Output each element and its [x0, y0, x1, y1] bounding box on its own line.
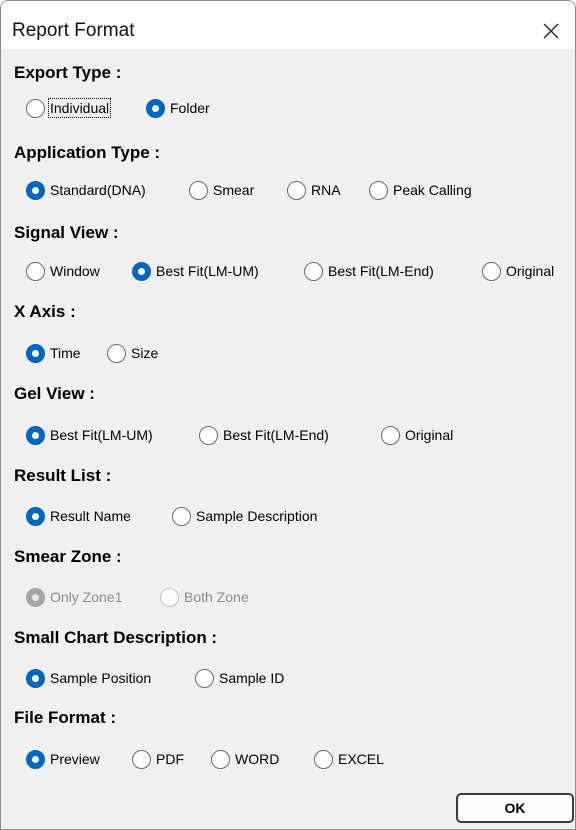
signal-view-label: Signal View : [14, 223, 119, 242]
smear-zone-label: Smear Zone : [14, 547, 122, 566]
radio-label: Best Fit(LM-UM) [50, 427, 153, 443]
radio-indicator [287, 180, 306, 200]
radio-export-individual[interactable]: Individual [26, 97, 112, 119]
radio-indicator [26, 261, 45, 281]
radio-label: Sample ID [219, 670, 285, 686]
radio-label: PDF [156, 751, 184, 767]
application-type-label: Application Type : [14, 143, 161, 162]
radio-indicator [189, 180, 208, 200]
result-list-label: Result List : [14, 466, 112, 485]
radio-gel-original[interactable]: Original [381, 424, 453, 446]
radio-smear-both-zone: Both Zone [160, 586, 249, 608]
radio-indicator [107, 343, 126, 363]
radio-label: Both Zone [184, 589, 249, 605]
radio-export-folder[interactable]: Folder [146, 97, 210, 119]
radio-label: Individual [47, 98, 112, 118]
radio-indicator [26, 506, 45, 526]
file-format-label: File Format : [14, 708, 117, 727]
radio-indicator [314, 749, 333, 769]
radio-indicator [195, 668, 214, 688]
radio-signal-best-fit-lm-end[interactable]: Best Fit(LM-End) [304, 260, 434, 282]
radio-label: Sample Description [196, 508, 318, 524]
radio-indicator [482, 261, 501, 281]
radio-indicator [211, 749, 230, 769]
radio-format-excel[interactable]: EXCEL [314, 748, 384, 770]
radio-chart-sample-position[interactable]: Sample Position [26, 667, 151, 689]
radio-result-sample-description[interactable]: Sample Description [172, 505, 317, 527]
radio-label: EXCEL [338, 751, 384, 767]
radio-indicator [381, 425, 400, 445]
radio-format-pdf[interactable]: PDF [132, 748, 184, 770]
radio-indicator [160, 587, 179, 607]
radio-indicator [26, 425, 45, 445]
radio-result-name[interactable]: Result Name [26, 505, 131, 527]
radio-indicator [26, 587, 45, 607]
radio-label: Only Zone1 [50, 589, 123, 605]
close-icon [543, 23, 559, 39]
radio-indicator [26, 343, 45, 363]
radio-label: Best Fit(LM-End) [223, 427, 329, 443]
radio-xaxis-size[interactable]: Size [107, 342, 158, 364]
radio-format-word[interactable]: WORD [211, 748, 279, 770]
radio-label: Size [131, 345, 159, 361]
radio-label: Preview [50, 751, 100, 767]
radio-indicator [26, 180, 45, 200]
export-type-label: Export Type : [14, 63, 122, 82]
radio-indicator [26, 98, 45, 118]
title-bar: Report Format [1, 1, 575, 49]
radio-indicator [132, 261, 151, 281]
radio-indicator [304, 261, 323, 281]
ok-button[interactable]: OK [456, 793, 574, 823]
radio-indicator [26, 668, 45, 688]
radio-label: Sample Position [50, 670, 152, 686]
report-format-dialog: Report Format Export Type : Individual F… [0, 0, 576, 830]
radio-chart-sample-id[interactable]: Sample ID [195, 667, 284, 689]
radio-smear-only-zone1: Only Zone1 [26, 586, 122, 608]
radio-gel-best-fit-lm-end[interactable]: Best Fit(LM-End) [199, 424, 329, 446]
radio-label: Window [50, 263, 100, 279]
radio-indicator [26, 749, 45, 769]
dialog-title: Report Format [12, 20, 135, 41]
radio-indicator [172, 506, 191, 526]
radio-app-peak-calling[interactable]: Peak Calling [369, 179, 472, 201]
close-button[interactable] [531, 13, 571, 49]
radio-label: Folder [170, 100, 210, 116]
radio-indicator [132, 749, 151, 769]
radio-label: WORD [235, 751, 280, 767]
radio-label: Smear [213, 182, 255, 198]
radio-format-preview[interactable]: Preview [26, 748, 100, 770]
radio-indicator [146, 98, 165, 118]
x-axis-label: X Axis : [14, 302, 76, 321]
gel-view-label: Gel View : [14, 384, 95, 403]
radio-label: RNA [311, 182, 341, 198]
radio-app-smear[interactable]: Smear [189, 179, 254, 201]
radio-label: Time [50, 345, 81, 361]
radio-label: Best Fit(LM-End) [328, 263, 434, 279]
radio-indicator [369, 180, 388, 200]
radio-gel-best-fit-lm-um[interactable]: Best Fit(LM-UM) [26, 424, 153, 446]
radio-signal-window[interactable]: Window [26, 260, 100, 282]
radio-signal-best-fit-lm-um[interactable]: Best Fit(LM-UM) [132, 260, 259, 282]
radio-label: Original [506, 263, 555, 279]
radio-label: Result Name [50, 508, 131, 524]
radio-app-standard-dna[interactable]: Standard(DNA) [26, 179, 146, 201]
radio-label: Best Fit(LM-UM) [156, 263, 259, 279]
small-chart-description-label: Small Chart Description : [14, 628, 218, 647]
radio-label: Original [405, 427, 454, 443]
radio-label: Peak Calling [393, 182, 472, 198]
radio-xaxis-time[interactable]: Time [26, 342, 81, 364]
radio-app-rna[interactable]: RNA [287, 179, 341, 201]
radio-label: Standard(DNA) [50, 182, 146, 198]
radio-indicator [199, 425, 218, 445]
radio-signal-original[interactable]: Original [482, 260, 554, 282]
